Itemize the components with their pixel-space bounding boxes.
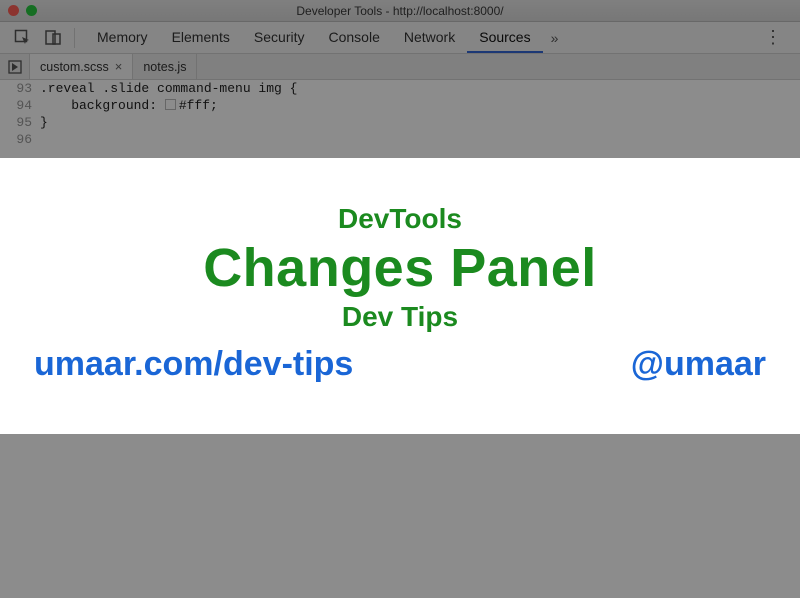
tab-elements[interactable]: Elements [160,22,242,53]
show-navigator-icon[interactable] [0,54,30,79]
file-tab-custom-scss[interactable]: custom.scss × [30,54,133,79]
title-line-3: Dev Tips [342,301,458,333]
window-titlebar: Developer Tools - http://localhost:8000/ [0,0,800,22]
tab-sources[interactable]: Sources [467,22,542,53]
tab-memory[interactable]: Memory [85,22,160,53]
close-icon[interactable]: × [115,59,123,74]
devtools-menu-icon[interactable]: ⋮ [754,27,792,48]
code-line[interactable]: } [40,114,800,131]
more-tabs-button[interactable]: » [543,30,567,46]
color-value: #fff [179,98,210,113]
tab-security[interactable]: Security [242,22,317,53]
tab-console[interactable]: Console [317,22,392,53]
window-title: Developer Tools - http://localhost:8000/ [0,4,800,18]
color-swatch-icon[interactable] [165,99,176,110]
line-number: 93 [0,80,32,97]
tab-network[interactable]: Network [392,22,467,53]
sources-file-tabbar: custom.scss × notes.js [0,54,800,80]
title-line-2: Changes Panel [203,237,597,299]
line-number: 96 [0,131,32,148]
file-tab-label: notes.js [143,60,186,74]
inspect-element-icon[interactable] [8,25,38,51]
title-card: DevTools Changes Panel Dev Tips umaar.co… [0,158,800,434]
devtools-tabbar: Memory Elements Security Console Network… [0,22,800,54]
twitter-handle[interactable]: @umaar [631,345,766,384]
line-number: 94 [0,97,32,114]
file-tab-label: custom.scss [40,60,109,74]
dev-tips-url[interactable]: umaar.com/dev-tips [34,345,353,384]
code-line[interactable] [40,131,800,148]
separator [74,28,75,48]
device-toolbar-icon[interactable] [38,25,68,51]
panel-tabs: Memory Elements Security Console Network… [85,22,543,53]
title-links-row: umaar.com/dev-tips @umaar [28,345,772,384]
code-line[interactable]: background: #fff; [40,97,800,114]
code-line[interactable]: .reveal .slide command-menu img { [40,80,800,97]
title-line-1: DevTools [338,203,462,235]
line-number: 95 [0,114,32,131]
file-tab-notes-js[interactable]: notes.js [133,54,197,79]
